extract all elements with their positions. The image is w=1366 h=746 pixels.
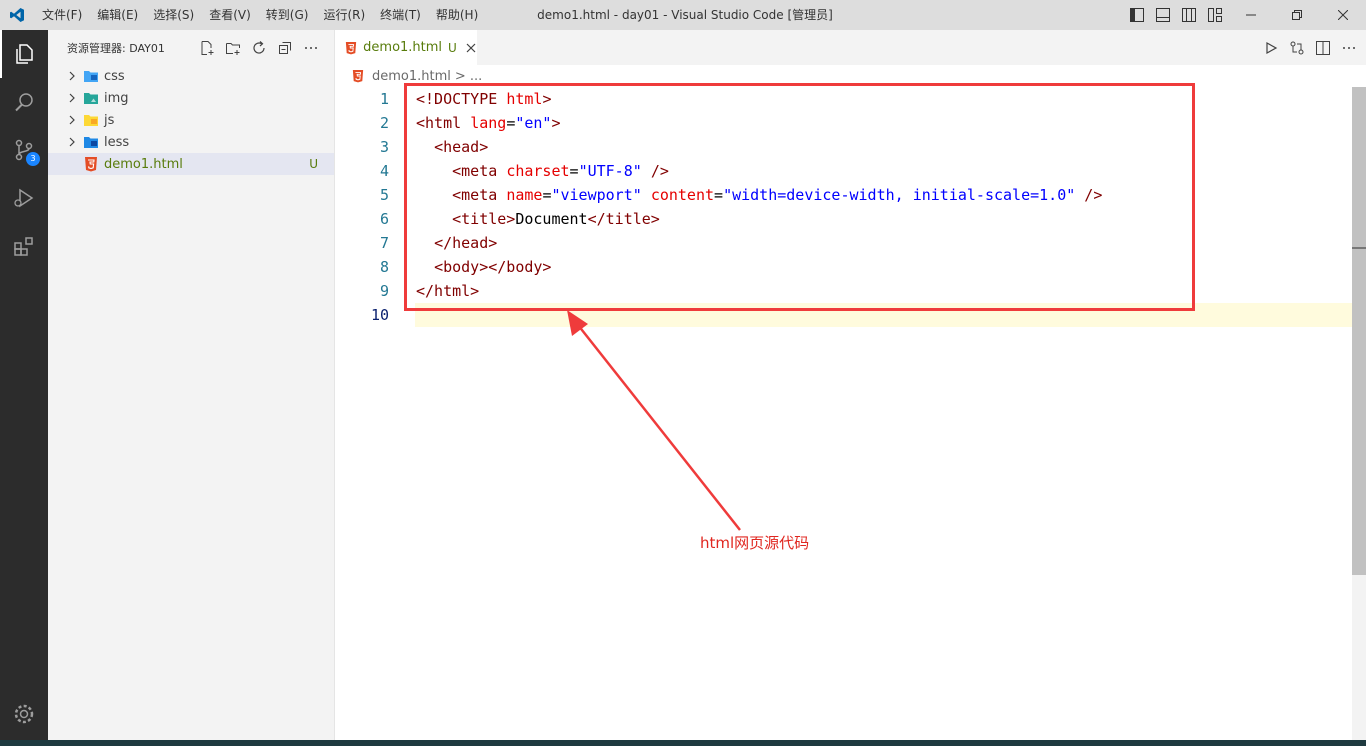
- annotation-label: html网页源代码: [700, 534, 810, 552]
- taskbar-edge: [0, 740, 1366, 746]
- annotation-arrow: [567, 310, 741, 531]
